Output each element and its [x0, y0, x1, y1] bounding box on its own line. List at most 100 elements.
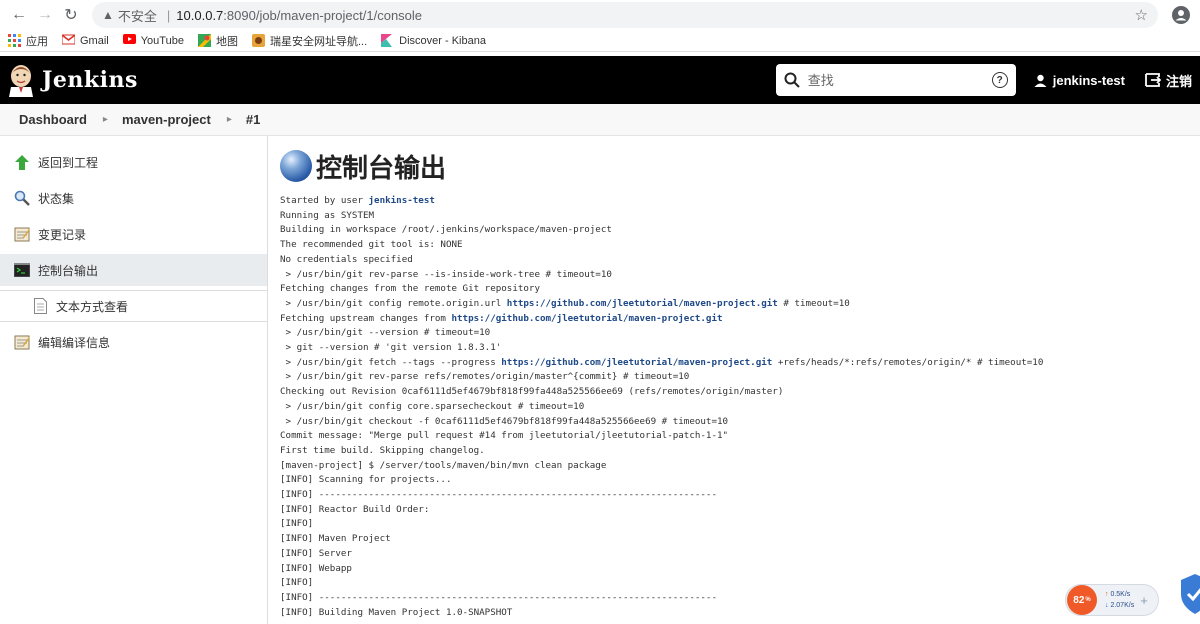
help-icon[interactable]: ?: [991, 72, 1008, 88]
sidebar-item-label: 文本方式查看: [56, 299, 129, 314]
bookmark-kibana[interactable]: Discover - Kibana: [381, 34, 486, 47]
sidebar-item-status[interactable]: 状态集: [0, 182, 267, 214]
console-line: > /usr/bin/git rev-parse --is-inside-wor…: [280, 268, 612, 280]
console-line: [INFO]: [280, 577, 314, 589]
repo-link[interactable]: https://github.com/jleetutorial/maven-pr…: [451, 313, 722, 324]
browser-toolbar: ← → ↻ ▲ 不安全 | 10.0.0.7:8090/job/maven-pr…: [0, 0, 1200, 30]
bookmark-apps[interactable]: 应用: [8, 33, 48, 49]
user-icon: [1034, 74, 1047, 87]
page-title: 控制台输出: [280, 148, 1200, 184]
console-line: Commit message: "Merge pull request #14 …: [280, 430, 729, 442]
url-separator: |: [166, 7, 171, 23]
reload-icon[interactable]: ↻: [60, 4, 82, 26]
breadcrumb-project[interactable]: maven-project: [122, 112, 211, 127]
sidebar-item-edit-build-info[interactable]: 编辑编译信息: [0, 326, 267, 358]
shield-icon[interactable]: [1180, 572, 1200, 616]
bookmark-gmail[interactable]: Gmail: [61, 34, 109, 47]
forward-arrow-icon[interactable]: →: [34, 4, 56, 26]
console-line: [INFO] Webapp: [280, 562, 352, 574]
maps-icon: [197, 34, 211, 47]
console-line: Fetching changes from the remote Git rep…: [280, 283, 540, 295]
breadcrumb-dashboard[interactable]: Dashboard: [19, 112, 87, 127]
bookmark-rising[interactable]: 瑞星安全网址导航...: [251, 33, 368, 49]
bookmark-label: YouTube: [140, 34, 184, 47]
console-line: > /usr/bin/git config core.sparsecheckou…: [280, 400, 585, 412]
console-line: Building in workspace /root/.jenkins/wor…: [280, 224, 612, 236]
sidebar-item-label: 编辑编译信息: [38, 335, 111, 350]
bookmark-maps[interactable]: 地图: [197, 33, 238, 49]
console-line: No credentials specified: [280, 253, 413, 265]
console-output: Started by user jenkins-test Running as …: [280, 194, 1200, 620]
notepad-icon: [14, 334, 30, 350]
bookmark-label: 应用: [26, 35, 48, 48]
console-line: Started by user jenkins-test: [280, 195, 435, 206]
plus-icon[interactable]: +: [1140, 593, 1148, 608]
bookmark-label: Gmail: [80, 34, 109, 47]
bookmarks-bar: 应用 Gmail YouTube 地图 瑞星安全网址导航... Discover…: [0, 30, 1200, 52]
terminal-icon: [14, 262, 30, 278]
bookmark-label: 瑞星安全网址导航...: [269, 35, 368, 48]
user-name: jenkins-test: [1052, 72, 1125, 88]
download-rate: 2.07K/s: [1110, 602, 1135, 609]
breadcrumb-build[interactable]: #1: [246, 112, 260, 127]
search-box: ?: [775, 64, 1016, 96]
page-title-text: 控制台输出: [316, 152, 447, 183]
console-line: [maven-project] $ /server/tools/maven/bi…: [280, 459, 607, 471]
user-link[interactable]: jenkins-test: [1034, 73, 1125, 88]
gmail-icon: [61, 34, 76, 47]
sidebar-item-label: 返回到工程: [38, 155, 99, 170]
logout-icon: [1145, 73, 1161, 87]
console-line: [INFO] Server: [280, 547, 352, 559]
sidebar: 返回到工程 状态集 变更记录 控制台输出 文本方式查看 编辑编译信息: [0, 136, 268, 624]
chevron-right-icon[interactable]: ▸: [103, 114, 108, 125]
bookmark-label: 地图: [215, 35, 238, 48]
search-icon: [784, 72, 800, 88]
console-line: > /usr/bin/git fetch --tags --progress h…: [280, 356, 1044, 368]
sidebar-item-changes[interactable]: 变更记录: [0, 218, 267, 250]
console-line: First time build. Skipping changelog.: [280, 444, 485, 456]
console-line: [INFO] Reactor Build Order:: [280, 503, 430, 515]
search-input[interactable]: [807, 72, 992, 88]
console-line: [INFO]: [280, 518, 314, 530]
address-bar[interactable]: ▲ 不安全 | 10.0.0.7:8090/job/maven-project/…: [92, 2, 1158, 28]
apps-grid-icon: [8, 34, 21, 47]
speed-rates: ↑ 0.5K/s ↓ 2.07K/s: [1105, 591, 1135, 609]
jenkins-title[interactable]: Jenkins: [42, 67, 138, 93]
bookmark-youtube[interactable]: YouTube: [122, 34, 184, 47]
back-arrow-icon[interactable]: ←: [8, 4, 30, 26]
sidebar-item-console-output[interactable]: 控制台输出: [0, 254, 267, 286]
bookmark-star-icon[interactable]: ☆: [1135, 6, 1148, 24]
url-path: :8090/job/maven-project/1/console: [223, 7, 423, 23]
console-line: > /usr/bin/git --version # timeout=10: [280, 327, 491, 339]
sidebar-item-label: 控制台输出: [38, 263, 99, 278]
jenkins-logo-icon[interactable]: [8, 63, 34, 97]
logout-link[interactable]: 注销: [1145, 71, 1192, 90]
warning-icon: ▲: [102, 8, 114, 22]
speed-percent-badge: 82%: [1067, 585, 1097, 615]
console-line: [INFO] Building Maven Project 1.0-SNAPSH…: [280, 606, 513, 618]
notepad-icon: [14, 226, 30, 242]
console-line: > /usr/bin/git rev-parse refs/remotes/or…: [280, 371, 690, 383]
console-line: [INFO] Maven Project: [280, 533, 391, 545]
console-line: [INFO] ---------------------------------…: [280, 489, 717, 501]
sidebar-item-back-to-project[interactable]: 返回到工程: [0, 146, 267, 178]
magnifier-icon: [14, 190, 30, 206]
sidebar-item-label: 变更记录: [38, 227, 87, 242]
breadcrumb: Dashboard ▸ maven-project ▸ #1: [0, 104, 1200, 136]
console-line: [INFO] Scanning for projects...: [280, 474, 452, 486]
bookmark-label: Discover - Kibana: [399, 34, 486, 47]
repo-link[interactable]: https://github.com/jleetutorial/maven-pr…: [507, 298, 778, 309]
up-arrow-icon: [14, 154, 30, 170]
console-line: The recommended git tool is: NONE: [280, 239, 463, 251]
console-line: > /usr/bin/git config remote.origin.url …: [280, 297, 850, 309]
user-link-jenkins-test[interactable]: jenkins-test: [369, 195, 435, 206]
logout-label: 注销: [1165, 73, 1192, 89]
console-line: [INFO] ---------------------------------…: [280, 591, 717, 603]
jenkins-header: Jenkins ? jenkins-test 注销: [0, 56, 1200, 104]
upload-rate: 0.5K/s: [1110, 591, 1131, 598]
repo-link[interactable]: https://github.com/jleetutorial/maven-pr…: [501, 357, 772, 368]
chevron-right-icon[interactable]: ▸: [227, 114, 232, 125]
sidebar-item-plain-text[interactable]: 文本方式查看: [0, 290, 267, 322]
profile-icon[interactable]: [1170, 4, 1192, 26]
network-speed-widget[interactable]: 82% ↑ 0.5K/s ↓ 2.07K/s +: [1065, 584, 1159, 616]
